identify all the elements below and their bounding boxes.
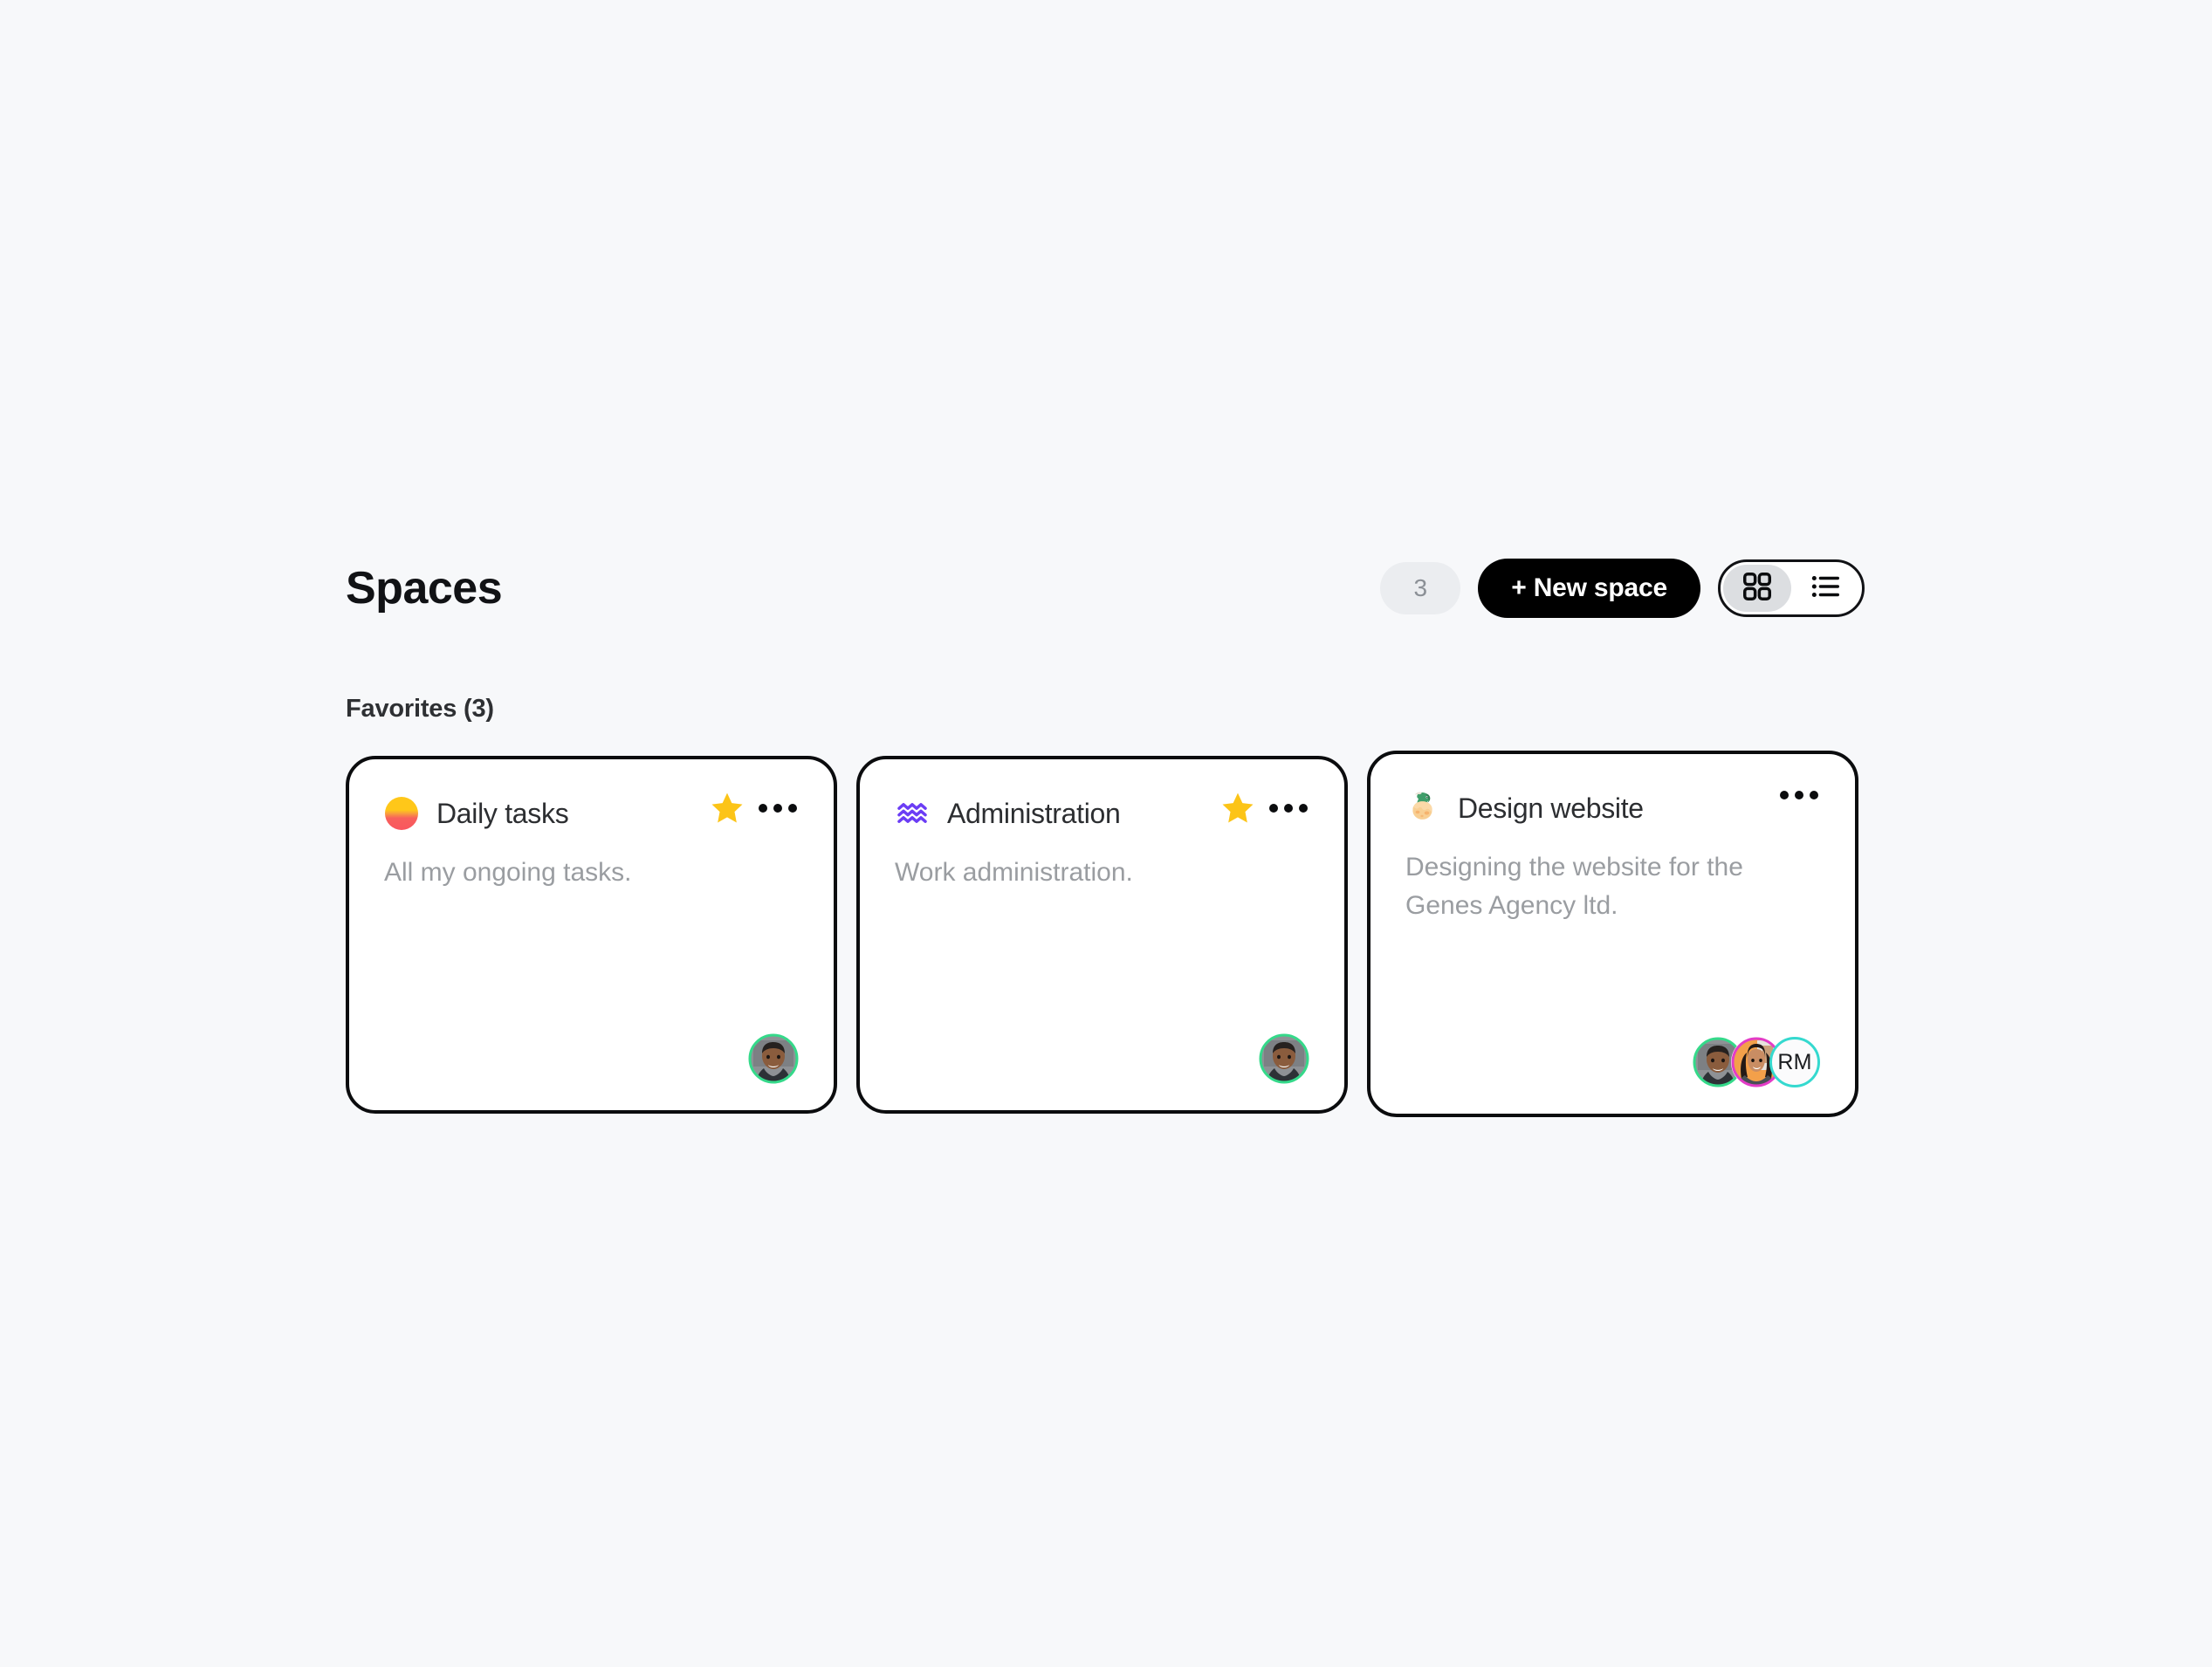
avatar-stack — [748, 1033, 799, 1084]
aquarius-emoji — [895, 796, 930, 831]
spaces-count-badge: 3 — [1380, 562, 1461, 614]
member-avatar-initials[interactable]: RM — [1769, 1037, 1820, 1087]
list-view-option[interactable] — [1791, 565, 1859, 612]
member-avatar-photo-1[interactable] — [1259, 1033, 1309, 1084]
hatching-dino-emoji — [1405, 791, 1440, 826]
card-title: Design website — [1458, 792, 1644, 824]
card-description: Work administration. — [895, 858, 1133, 887]
grid-view-option[interactable] — [1723, 565, 1791, 612]
view-toggle[interactable] — [1718, 559, 1865, 617]
card-actions — [1220, 791, 1309, 826]
star-icon[interactable] — [710, 791, 745, 826]
card-description: Designing the website for the Genes Agen… — [1405, 853, 1743, 920]
member-avatar-photo-1[interactable] — [748, 1033, 799, 1084]
card-members — [895, 1033, 1309, 1084]
space-card[interactable]: Administration Work administration. — [856, 756, 1348, 1114]
more-options-icon[interactable] — [1778, 785, 1820, 805]
card-identity: Daily tasks — [384, 796, 569, 831]
spaces-card-grid: Daily tasks All my ongoing tasks. Admini… — [346, 751, 1858, 1117]
card-title: Daily tasks — [436, 797, 569, 829]
card-members — [384, 1033, 799, 1084]
card-identity: Design website — [1405, 791, 1644, 826]
card-actions — [1778, 785, 1820, 805]
star-icon[interactable] — [1220, 791, 1255, 826]
card-header: Administration — [895, 792, 1309, 831]
card-actions — [710, 791, 799, 826]
sunrise-emoji — [384, 796, 419, 831]
avatar-stack: RM — [1693, 1037, 1820, 1087]
card-header: Daily tasks — [384, 792, 799, 831]
list-view-icon — [1809, 570, 1842, 607]
card-members: RM — [1405, 1037, 1820, 1087]
grid-view-icon — [1741, 570, 1774, 607]
spaces-page: Spaces 3 + New space Favorites (3) Daily… — [0, 0, 2212, 1667]
card-header: Design website — [1405, 791, 1820, 826]
space-card[interactable]: Design website Designing the website for… — [1367, 751, 1858, 1117]
page-title: Spaces — [346, 563, 503, 614]
space-card[interactable]: Daily tasks All my ongoing tasks. — [346, 756, 837, 1114]
favorites-section-label: Favorites (3) — [346, 695, 494, 723]
card-description: All my ongoing tasks. — [384, 858, 632, 887]
header-actions: 3 + New space — [1380, 559, 1865, 618]
card-title: Administration — [947, 797, 1121, 829]
new-space-button[interactable]: + New space — [1478, 559, 1700, 618]
more-options-icon[interactable] — [1267, 799, 1309, 818]
card-identity: Administration — [895, 796, 1121, 831]
more-options-icon[interactable] — [757, 799, 799, 818]
avatar-stack — [1259, 1033, 1309, 1084]
page-header: Spaces 3 + New space — [346, 550, 1865, 627]
